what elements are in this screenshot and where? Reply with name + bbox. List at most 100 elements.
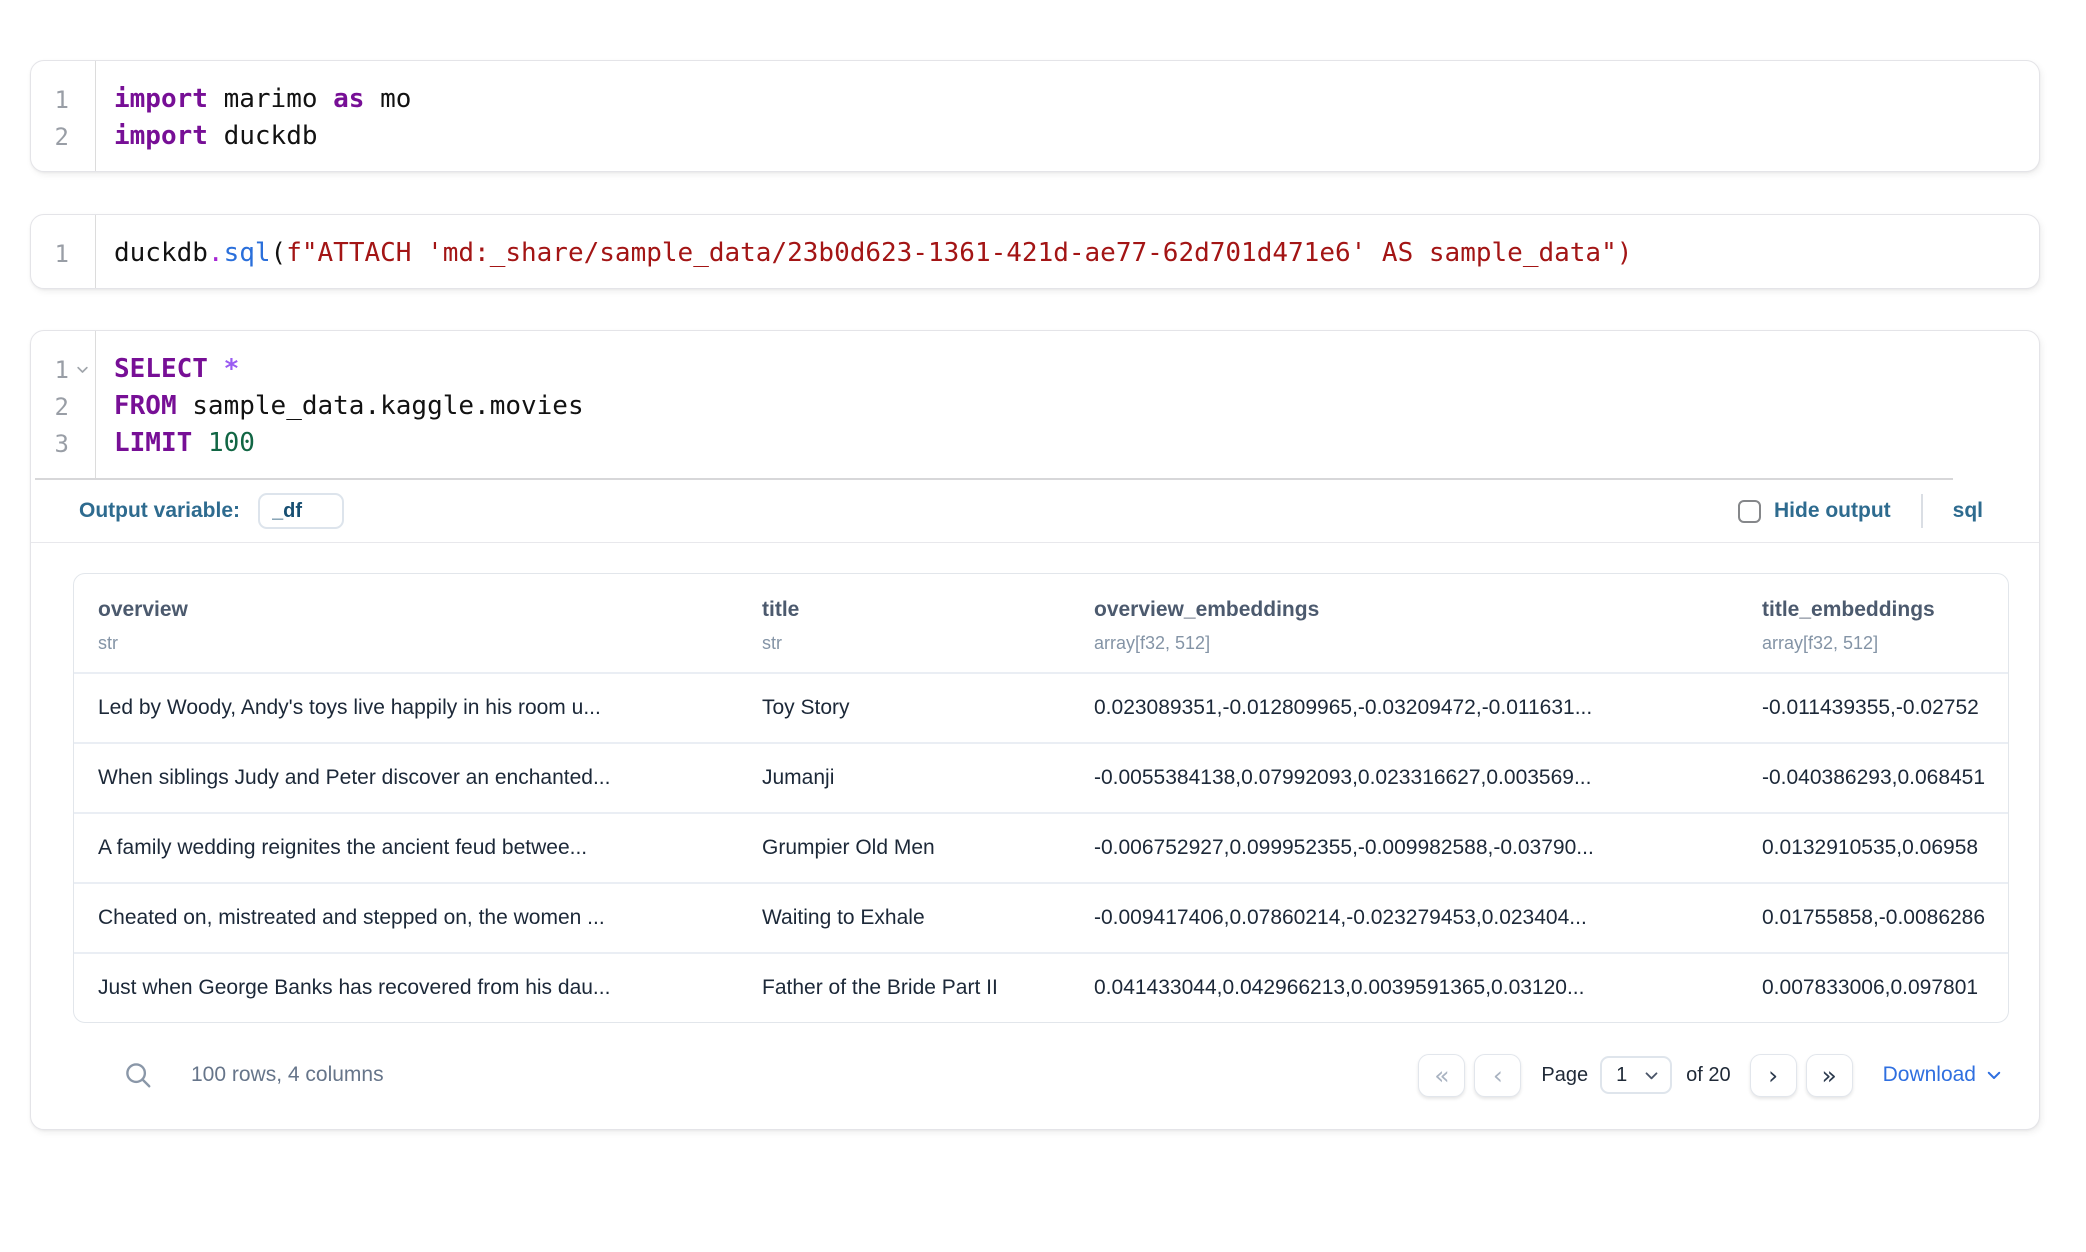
- column-header-overview-embeddings[interactable]: overview_embeddings array[f32, 512]: [1070, 596, 1738, 654]
- code-token: duckdb: [208, 121, 318, 151]
- cell-sql-query: 1 2 3 SELECT * FROM sample_data.kaggle.m…: [30, 330, 2040, 1130]
- line-number-gutter: 1: [31, 215, 96, 288]
- cell-title-embeddings: -0.040386293,0.068451: [1738, 766, 2000, 790]
- double-chevron-right-icon: »: [1821, 1061, 1836, 1090]
- function-token: sql: [224, 238, 271, 268]
- cell-1-code-editor[interactable]: 1 2 import marimo as mo import duckdb: [31, 61, 2039, 171]
- code-text-area[interactable]: duckdb.sql(f"ATTACH 'md:_share/sample_da…: [96, 215, 1632, 288]
- code-line: FROM sample_data.kaggle.movies: [114, 388, 584, 425]
- hide-output-label: Hide output: [1774, 499, 1891, 523]
- fold-toggle-icon[interactable]: [69, 351, 95, 388]
- cell-imports: 1 2 import marimo as mo import duckdb: [30, 60, 2040, 172]
- column-header-title[interactable]: title str: [738, 596, 1070, 654]
- notebook: 1 2 import marimo as mo import duckdb 1 …: [0, 60, 2086, 1130]
- download-label: Download: [1883, 1063, 1976, 1087]
- dataframe-table: overview str title str overview_embeddin…: [73, 573, 2009, 1023]
- cell-3-code-editor[interactable]: 1 2 3 SELECT * FROM sample_data.kaggle.m…: [31, 331, 2039, 478]
- operator-token: *: [224, 354, 240, 384]
- code-token: [208, 354, 224, 384]
- search-icon[interactable]: [123, 1060, 153, 1090]
- code-line: import duckdb: [114, 118, 411, 155]
- keyword-token: import: [114, 121, 208, 151]
- column-name: title_embeddings: [1762, 596, 2000, 623]
- number-token: 100: [208, 428, 255, 458]
- prev-page-button[interactable]: ‹: [1474, 1054, 1521, 1097]
- page-select[interactable]: 1: [1600, 1056, 1672, 1094]
- cell-title-embeddings: -0.011439355,-0.02752: [1738, 696, 2000, 720]
- next-page-button[interactable]: ›: [1750, 1054, 1797, 1097]
- cell-overview: Led by Woody, Andy's toys live happily i…: [74, 696, 738, 720]
- code-token: marimo: [208, 84, 333, 114]
- code-line: SELECT *: [114, 351, 584, 388]
- output-variable-input[interactable]: [258, 493, 344, 529]
- code-token: (: [271, 238, 287, 268]
- code-token: mo: [364, 84, 411, 114]
- column-name: overview_embeddings: [1094, 596, 1738, 623]
- column-type: array[f32, 512]: [1762, 632, 2000, 654]
- code-token: .: [208, 238, 224, 268]
- cell-overview-embeddings: -0.006752927,0.099952355,-0.009982588,-0…: [1070, 836, 1738, 860]
- line-number-gutter: 1 2: [31, 61, 96, 171]
- line-number-gutter: 1 2 3: [31, 331, 96, 478]
- line-number: 1: [31, 356, 69, 384]
- keyword-token: SELECT: [114, 354, 208, 384]
- column-type: array[f32, 512]: [1094, 632, 1738, 654]
- code-token: [192, 428, 208, 458]
- line-number: 2: [31, 393, 69, 421]
- table-row: When siblings Judy and Peter discover an…: [74, 742, 2008, 812]
- row-column-summary: 100 rows, 4 columns: [191, 1063, 384, 1087]
- line-number: 2: [31, 123, 69, 151]
- column-header-overview[interactable]: overview str: [74, 596, 738, 654]
- cell-title-embeddings: 0.01755858,-0.0086286: [1738, 906, 2000, 930]
- code-line: LIMIT 100: [114, 425, 584, 462]
- page-label: Page: [1541, 1064, 1588, 1087]
- line-number: 1: [31, 86, 69, 114]
- cell-title: Grumpier Old Men: [738, 836, 1070, 860]
- chevron-down-icon: [1985, 1066, 2003, 1084]
- code-token: duckdb: [114, 238, 208, 268]
- cell-attach-db: 1 duckdb.sql(f"ATTACH 'md:_share/sample_…: [30, 214, 2040, 289]
- download-button[interactable]: Download: [1883, 1063, 2003, 1087]
- code-token: sample_data.kaggle.movies: [177, 391, 584, 421]
- cell-title-embeddings: 0.0132910535,0.06958: [1738, 836, 2000, 860]
- string-token: f"ATTACH 'md:_share/sample_data/23b0d623…: [286, 238, 1632, 268]
- table-row: A family wedding reignites the ancient f…: [74, 812, 2008, 882]
- column-name: title: [762, 596, 1070, 623]
- table-footer: 100 rows, 4 columns « ‹ Page 1 of 20 › »…: [73, 1043, 2039, 1107]
- hide-output-checkbox[interactable]: [1738, 500, 1761, 523]
- cell-overview: A family wedding reignites the ancient f…: [74, 836, 738, 860]
- line-number: 1: [31, 240, 69, 268]
- output-variable-label: Output variable:: [79, 499, 240, 523]
- chevron-down-icon: [1643, 1067, 1660, 1084]
- table-row: Cheated on, mistreated and stepped on, t…: [74, 882, 2008, 952]
- toolbar-divider: [1921, 494, 1923, 528]
- cell-title-embeddings: 0.007833006,0.097801: [1738, 976, 2000, 1000]
- cell-title: Father of the Bride Part II: [738, 976, 1070, 1000]
- double-chevron-left-icon: «: [1434, 1061, 1449, 1090]
- language-badge[interactable]: sql: [1953, 499, 1983, 523]
- column-type: str: [98, 632, 738, 654]
- page-count-label: of 20: [1686, 1064, 1730, 1087]
- code-text-area[interactable]: SELECT * FROM sample_data.kaggle.movies …: [96, 331, 584, 478]
- keyword-token: import: [114, 84, 208, 114]
- line-number: 3: [31, 430, 69, 458]
- last-page-button[interactable]: »: [1806, 1054, 1853, 1097]
- code-line: import marimo as mo: [114, 81, 411, 118]
- cell-title: Jumanji: [738, 766, 1070, 790]
- cell-overview: Just when George Banks has recovered fro…: [74, 976, 738, 1000]
- cell-overview-embeddings: -0.0055384138,0.07992093,0.023316627,0.0…: [1070, 766, 1738, 790]
- cell-title: Waiting to Exhale: [738, 906, 1070, 930]
- column-header-title-embeddings[interactable]: title_embeddings array[f32, 512]: [1738, 596, 2000, 654]
- first-page-button[interactable]: «: [1418, 1054, 1465, 1097]
- cell-output-area: overview str title str overview_embeddin…: [31, 543, 2039, 1107]
- table-row: Just when George Banks has recovered fro…: [74, 952, 2008, 1022]
- page-select-value: 1: [1616, 1064, 1627, 1087]
- cell-title: Toy Story: [738, 696, 1070, 720]
- cell-overview: When siblings Judy and Peter discover an…: [74, 766, 738, 790]
- code-text-area[interactable]: import marimo as mo import duckdb: [96, 61, 411, 171]
- cell-overview-embeddings: -0.009417406,0.07860214,-0.023279453,0.0…: [1070, 906, 1738, 930]
- cell-overview-embeddings: 0.041433044,0.042966213,0.0039591365,0.0…: [1070, 976, 1738, 1000]
- chevron-right-icon: ›: [1768, 1061, 1778, 1090]
- column-name: overview: [98, 596, 738, 623]
- cell-2-code-editor[interactable]: 1 duckdb.sql(f"ATTACH 'md:_share/sample_…: [31, 215, 2039, 288]
